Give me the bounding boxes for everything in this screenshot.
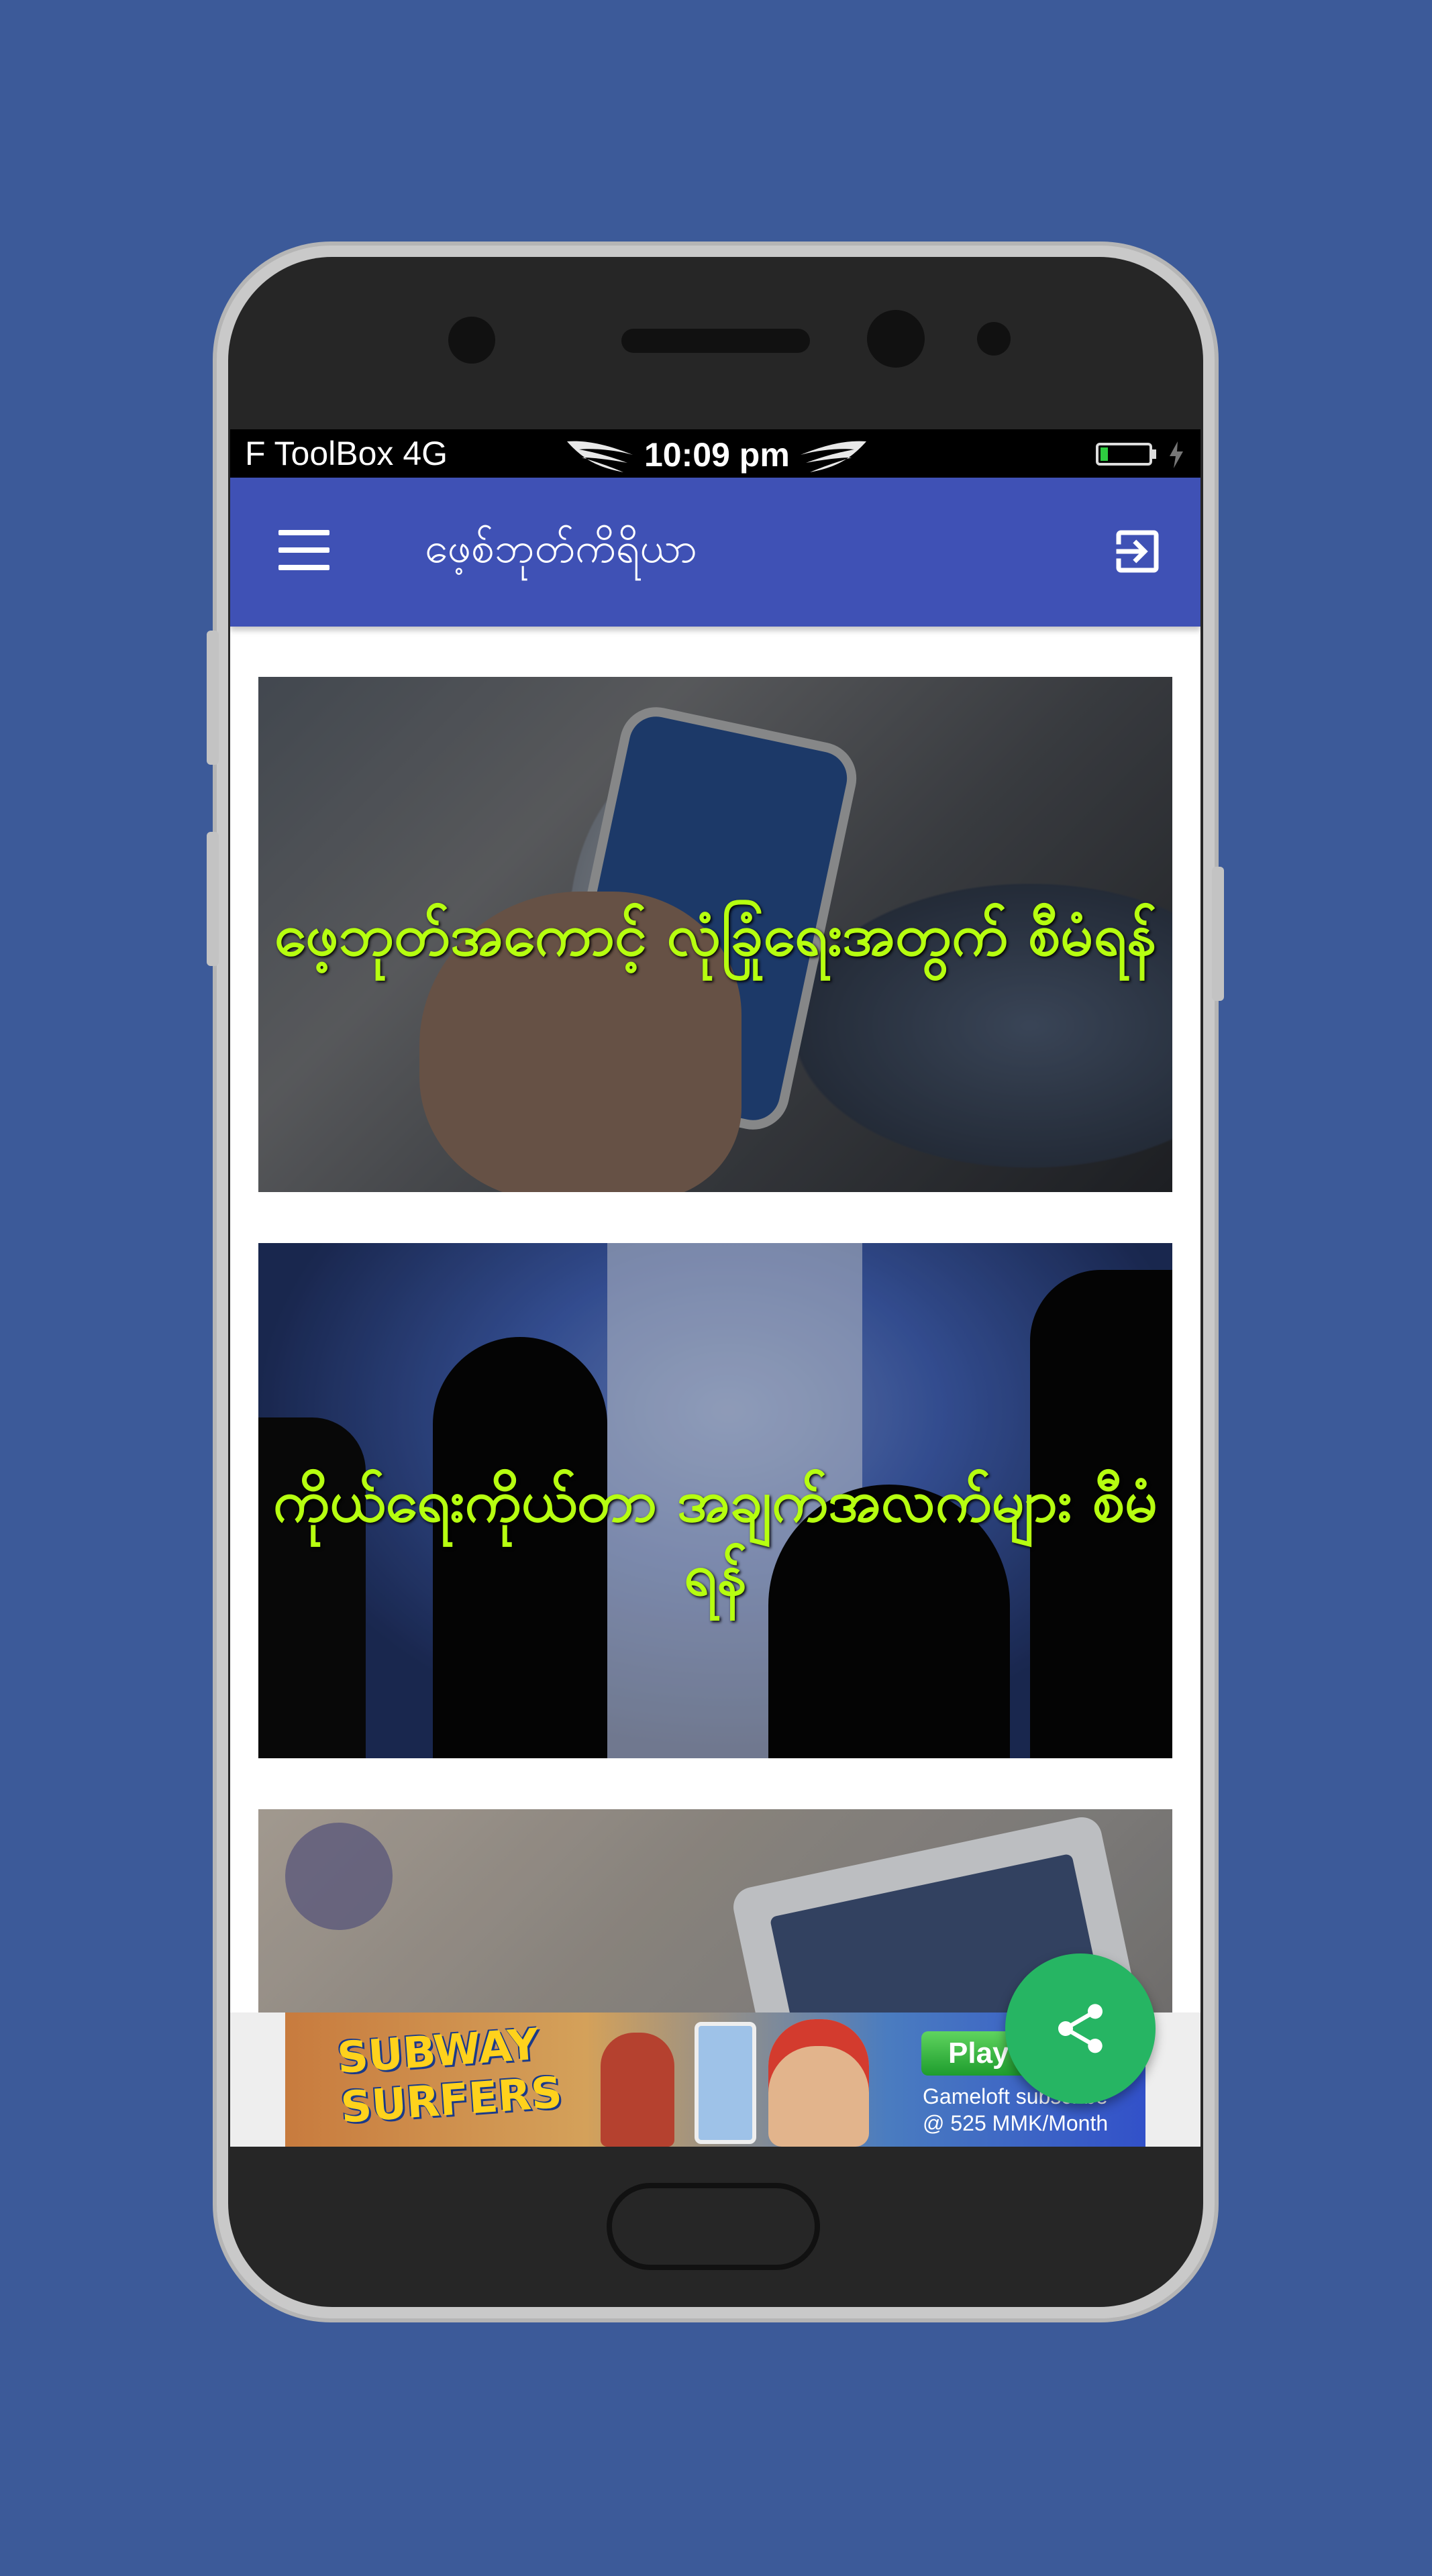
right-wing-icon	[801, 441, 866, 472]
app-bar: ဖေ့စ်ဘုတ်ကိရိယာ	[230, 478, 1200, 627]
battery-level	[1101, 447, 1108, 461]
card-title: ဖေ့ဘုတ်အကောင့် လုံခြုံရေးအတွက် စီမံရန်	[274, 902, 1157, 969]
battery-icon	[1096, 443, 1152, 466]
home-button[interactable]	[607, 2183, 820, 2270]
battery-cap	[1152, 449, 1156, 459]
status-bar: F ToolBox 4G 10:09 pm	[230, 429, 1200, 478]
power-button	[1212, 867, 1224, 1001]
share-button[interactable]	[1005, 1953, 1156, 2104]
charging-bolt-icon	[1170, 441, 1183, 468]
front-camera-left	[448, 317, 495, 364]
volume-up-button	[207, 631, 219, 765]
ad-price-text: @ 525 MMK/Month	[923, 2111, 1109, 2135]
ad-logo-text: SUBWAY SURFERS	[336, 2020, 564, 2133]
share-icon	[1058, 2004, 1103, 2053]
ad-character-image	[768, 2019, 869, 2147]
background: F ToolBox 4G 10:09 pm ဖေ့စ်ဘုတ်ကိရိယာ ဖေ…	[0, 0, 1432, 2576]
app-screen: F ToolBox 4G 10:09 pm ဖေ့စ်ဘုတ်ကိရိယာ ဖေ…	[230, 429, 1200, 2147]
clock: 10:09 pm	[644, 436, 790, 474]
status-clock-group: 10:09 pm	[566, 432, 874, 475]
ad-character-image	[601, 2033, 674, 2147]
front-camera	[867, 310, 925, 368]
earpiece-speaker	[621, 329, 810, 353]
volume-down-button	[207, 832, 219, 966]
carrier-name: F ToolBox	[245, 435, 394, 472]
left-wing-icon	[567, 441, 633, 472]
proximity-sensor	[977, 322, 1011, 356]
ad-phone-image	[695, 2022, 756, 2144]
feature-card-privacy[interactable]: ကိုယ်ရေးကိုယ်တာ အချက်အလက်များ စီမံရန်	[258, 1243, 1172, 1758]
network-type: 4G	[403, 435, 448, 472]
status-carrier: F ToolBox 4G	[245, 433, 448, 474]
app-title: ဖေ့စ်ဘုတ်ကိရိယာ	[425, 523, 697, 572]
feature-card-security[interactable]: ဖေ့ဘုတ်အကောင့် လုံခြုံရေးအတွက် စီမံရန်	[258, 677, 1172, 1192]
card-title: ကိုယ်ရေးကိုယ်တာ အချက်အလက်များ စီမံရန်	[272, 1468, 1158, 1609]
hamburger-menu-icon[interactable]	[278, 530, 329, 572]
exit-to-app-icon[interactable]	[1109, 523, 1166, 580]
